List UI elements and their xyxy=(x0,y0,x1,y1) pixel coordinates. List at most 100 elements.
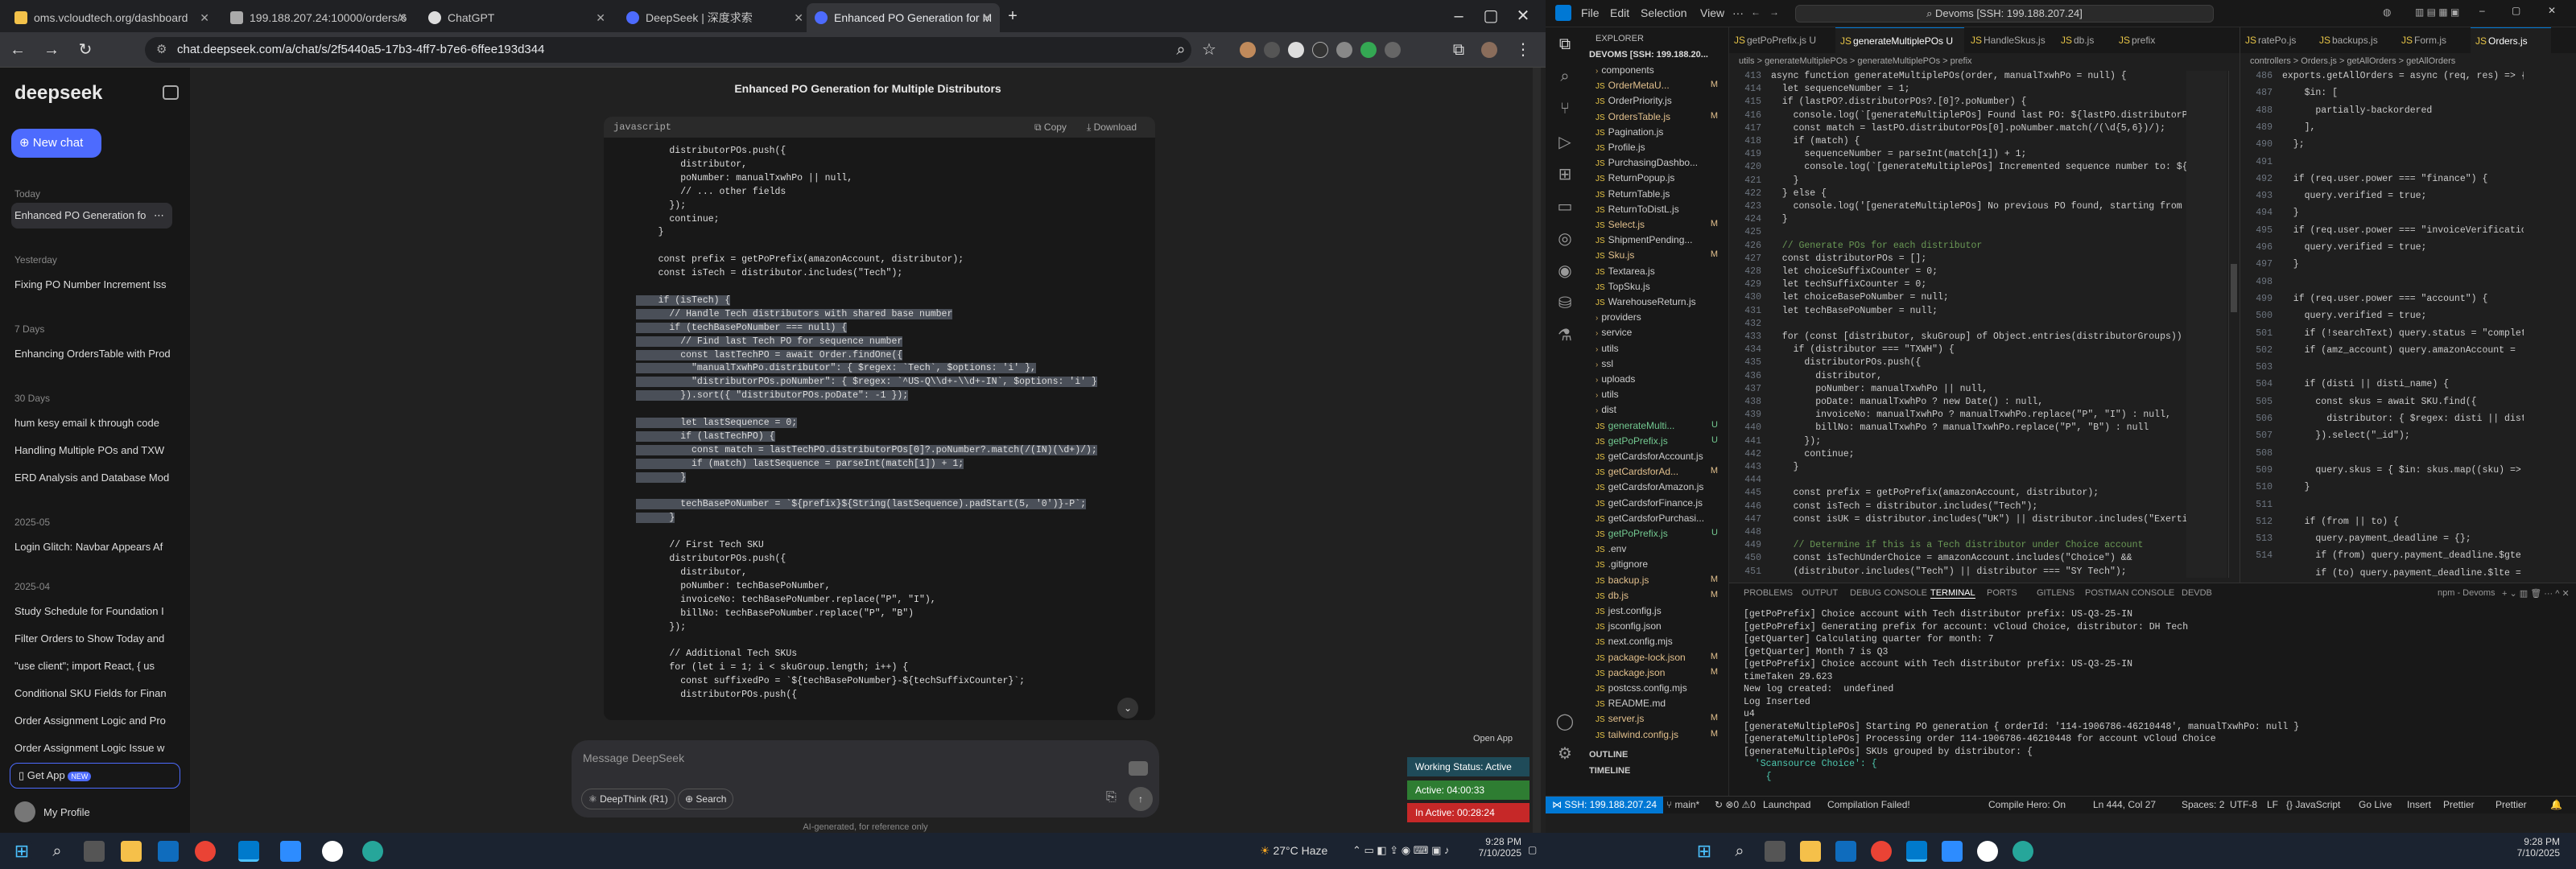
zoom-icon[interactable]: ⌕ xyxy=(1171,40,1191,60)
tab-ratepo[interactable]: JS ratePo.js xyxy=(2240,27,2313,53)
file-explorer-icon[interactable] xyxy=(121,841,142,862)
branch-indicator[interactable]: ⑂ main* xyxy=(1666,799,1699,810)
file-tree-item[interactable]: JS jsconfig.json xyxy=(1596,620,1724,632)
maximize-button[interactable]: ▢ xyxy=(1481,6,1501,26)
panel-tab-gitlens[interactable]: GITLENS xyxy=(2037,588,2074,598)
scroll-down-button[interactable]: ⌄ xyxy=(1117,698,1138,719)
history-item[interactable]: Handling Multiple POs and TXW xyxy=(11,438,172,463)
app-icon[interactable] xyxy=(362,841,383,862)
history-item[interactable]: Study Schedule for Foundation I xyxy=(11,599,172,624)
menu-view[interactable]: View xyxy=(1700,6,1724,19)
app-icon[interactable] xyxy=(1129,761,1148,776)
file-tree-item[interactable]: › utils xyxy=(1596,343,1724,354)
file-tree-item[interactable]: JS Pagination.js xyxy=(1596,126,1724,138)
breadcrumb[interactable]: utils > generateMultiplePOs > generateMu… xyxy=(1739,56,1972,66)
get-app-button[interactable]: ▯ Get App NEW xyxy=(10,763,180,789)
history-item[interactable]: ERD Analysis and Database Mod xyxy=(11,465,172,491)
file-tree-item[interactable]: JS Select.js M xyxy=(1596,219,1724,230)
browser-tab-deepseek[interactable]: DeepSeek | 深度求索 ✕ xyxy=(618,3,811,32)
clock[interactable]: 9:28 PM 7/10/2025 xyxy=(2496,836,2560,859)
database-icon[interactable]: ⛁ xyxy=(1555,293,1575,312)
new-chat-button[interactable]: ⊕ New chat xyxy=(11,129,101,158)
panel-tab-problems[interactable]: PROBLEMS xyxy=(1744,588,1793,598)
file-tree-item[interactable]: JS README.md xyxy=(1596,698,1724,709)
status-insert[interactable]: Insert xyxy=(2407,799,2431,810)
file-tree-item[interactable]: JS server.js M xyxy=(1596,713,1724,724)
file-tree-item[interactable]: › service xyxy=(1596,327,1724,338)
extension-icon[interactable] xyxy=(1264,42,1280,58)
file-tree-item[interactable]: JS backup.js M xyxy=(1596,575,1724,586)
file-tree-item[interactable]: JS db.js M xyxy=(1596,590,1724,601)
menu-edit[interactable]: Edit xyxy=(1610,6,1629,19)
extension-icon[interactable] xyxy=(1288,42,1304,58)
status-indent[interactable]: Spaces: 2 xyxy=(2182,799,2224,810)
history-item-active[interactable]: Enhanced PO Generation fo ⋯ xyxy=(11,203,172,229)
panel-tab-output[interactable]: OUTPUT xyxy=(1802,588,1838,598)
file-tree-item[interactable]: JS Sku.js M xyxy=(1596,249,1724,261)
file-tree-item[interactable]: JS package.json M xyxy=(1596,667,1724,678)
search-icon[interactable]: ⌕ xyxy=(47,841,68,862)
zoom-app-icon[interactable] xyxy=(280,841,301,862)
search-toggle[interactable]: ⊕ Search xyxy=(678,789,734,809)
deepthink-toggle[interactable]: ⚛ DeepThink (R1) xyxy=(581,789,675,809)
history-item[interactable]: Filter Orders to Show Today and xyxy=(11,626,172,652)
run-debug-icon[interactable]: ▷ xyxy=(1555,132,1575,151)
terminal-actions[interactable]: + ⌄ ▥ 🗑 ··· ^ ✕ xyxy=(2502,588,2570,599)
my-profile-link[interactable]: My Profile xyxy=(43,806,90,818)
layout-icons[interactable]: ▥ ▤ ▦ ▣ xyxy=(2415,6,2459,18)
close-window-button[interactable]: ✕ xyxy=(1513,6,1533,26)
sync-icon[interactable]: ↻ ⊗0 ⚠0 xyxy=(1715,799,1756,810)
tab-handleskus[interactable]: JS HandleSkus.js xyxy=(1966,27,2054,53)
status-go-live[interactable]: Go Live xyxy=(2359,799,2392,810)
tab-getpoprefix[interactable]: JS getPoPrefix.js U xyxy=(1729,27,1834,53)
file-tree-item[interactable]: JS getCardsforAccount.js xyxy=(1596,451,1724,462)
maximize-button[interactable]: ▢ xyxy=(2512,5,2520,16)
copy-button[interactable]: ⧉ Copy xyxy=(1034,117,1067,138)
clock[interactable]: 9:28 PM 7/10/2025 xyxy=(1457,836,1521,859)
extension-icon[interactable] xyxy=(1360,42,1377,58)
status-prettier[interactable]: Prettier xyxy=(2443,799,2475,810)
tab-orders[interactable]: JS Orders.js xyxy=(2471,27,2551,53)
file-tree-item[interactable]: JS PurchasingDashbo... xyxy=(1596,157,1724,168)
file-tree-item[interactable]: JS getCardsforFinance.js xyxy=(1596,497,1724,509)
copilot-icon[interactable]: ◍ xyxy=(2383,6,2391,18)
file-tree-item[interactable]: JS ReturnToDistL.js xyxy=(1596,204,1724,215)
history-item[interactable]: Login Glitch: Navbar Appears Af xyxy=(11,534,172,560)
workspace-root[interactable]: DEVOMS [SSH: 199.188.20... xyxy=(1589,50,1708,60)
app-icon[interactable] xyxy=(1977,841,1998,862)
task-view-icon[interactable] xyxy=(1765,841,1785,862)
forward-button[interactable]: → xyxy=(42,40,61,60)
close-icon[interactable]: ✕ xyxy=(982,3,992,32)
file-tree-item[interactable]: JS package-lock.json M xyxy=(1596,652,1724,663)
url-input[interactable]: ⚙ chat.deepseek.com/a/chat/s/2f5440a5-17b… xyxy=(145,37,1191,63)
close-window-button[interactable]: ✕ xyxy=(2548,5,2556,16)
chrome-icon[interactable] xyxy=(1871,841,1892,862)
file-tree-item[interactable]: › uploads xyxy=(1596,373,1724,385)
panel-tab-debug-console[interactable]: DEBUG CONSOLE xyxy=(1850,588,1927,598)
status-launchpad[interactable]: Launchpad xyxy=(1763,799,1810,810)
tray-icons[interactable]: ⌃ ▭ ◧ ⇪ ◉ ⌨ ▣ ♪ xyxy=(1352,844,1450,857)
history-item[interactable]: Fixing PO Number Increment Iss xyxy=(11,272,172,298)
panel-tab-ports[interactable]: PORTS xyxy=(1987,588,2017,598)
menu-selection[interactable]: Selection xyxy=(1641,6,1687,19)
file-tree-item[interactable]: JS ShipmentPending... xyxy=(1596,234,1724,245)
file-tree-item[interactable]: JS ReturnPopup.js xyxy=(1596,172,1724,183)
file-tree-item[interactable]: JS .env xyxy=(1596,543,1724,554)
bookmark-star-icon[interactable]: ☆ xyxy=(1199,40,1219,60)
file-tree-item[interactable]: › components xyxy=(1596,64,1724,76)
back-button[interactable]: ← xyxy=(8,40,27,60)
panel-tab-devdb[interactable]: DEVDB xyxy=(2182,588,2212,598)
site-info-icon[interactable]: ⚙ xyxy=(156,37,167,63)
history-item[interactable]: Enhancing OrdersTable with Prod xyxy=(11,341,172,367)
file-explorer-icon[interactable] xyxy=(1800,841,1821,862)
file-tree-item[interactable]: JS getCardsforAmazon.js xyxy=(1596,481,1724,492)
file-tree-item[interactable]: › providers xyxy=(1596,311,1724,323)
postman-icon[interactable]: ◉ xyxy=(1555,261,1575,280)
source-control-icon[interactable]: ⑂ xyxy=(1555,100,1575,119)
minimap[interactable] xyxy=(2186,71,2227,578)
file-tree-item[interactable]: JS ReturnTable.js xyxy=(1596,188,1724,200)
tab-generatemultiplepos[interactable]: JS generateMultiplePOs U xyxy=(1835,27,1964,53)
history-item[interactable]: Conditional SKU Fields for Finan xyxy=(11,681,172,706)
panel-tab-terminal[interactable]: TERMINAL xyxy=(1930,588,1975,599)
status-cursor-position[interactable]: Ln 444, Col 27 xyxy=(2093,799,2156,810)
